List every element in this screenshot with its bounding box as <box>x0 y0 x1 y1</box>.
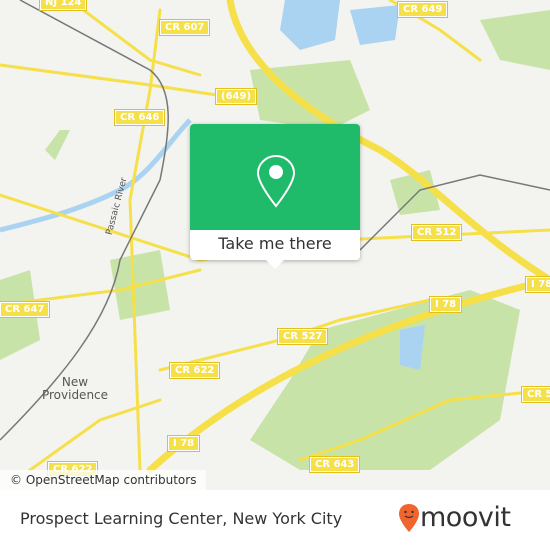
road-label: CR 5 <box>520 386 550 403</box>
road-label: I 78 <box>428 296 463 313</box>
popup-pointer <box>266 260 284 269</box>
location-title: Prospect Learning Center, New York City <box>20 509 343 528</box>
map-pin-icon <box>256 154 296 208</box>
road-label: CR 512 <box>410 224 463 241</box>
moovit-logo[interactable]: moovit <box>398 502 511 533</box>
road-label: CR 643 <box>308 456 361 473</box>
road-label: (649) <box>214 88 258 105</box>
popup-header <box>190 124 360 230</box>
road-label: CR 607 <box>158 19 211 36</box>
road-label: CR 649 <box>396 1 449 18</box>
moovit-pin-icon <box>399 504 419 532</box>
road-label: I 78 <box>166 435 201 452</box>
location-popup[interactable]: Take me there <box>190 124 360 269</box>
town-label: New Providence <box>40 376 110 402</box>
road-label: CR 527 <box>276 328 329 345</box>
logo-text: moovit <box>420 502 511 533</box>
town-label-line: Providence <box>41 388 109 402</box>
take-me-there-button[interactable]: Take me there <box>190 230 360 260</box>
road-label: CR 646 <box>113 109 166 126</box>
road-label: CR 647 <box>0 301 51 318</box>
map-attribution[interactable]: © OpenStreetMap contributors <box>0 470 207 490</box>
road-label: CR 622 <box>168 362 221 379</box>
road-label: NJ 124 <box>38 0 88 11</box>
road-label: I 78 <box>524 276 550 293</box>
